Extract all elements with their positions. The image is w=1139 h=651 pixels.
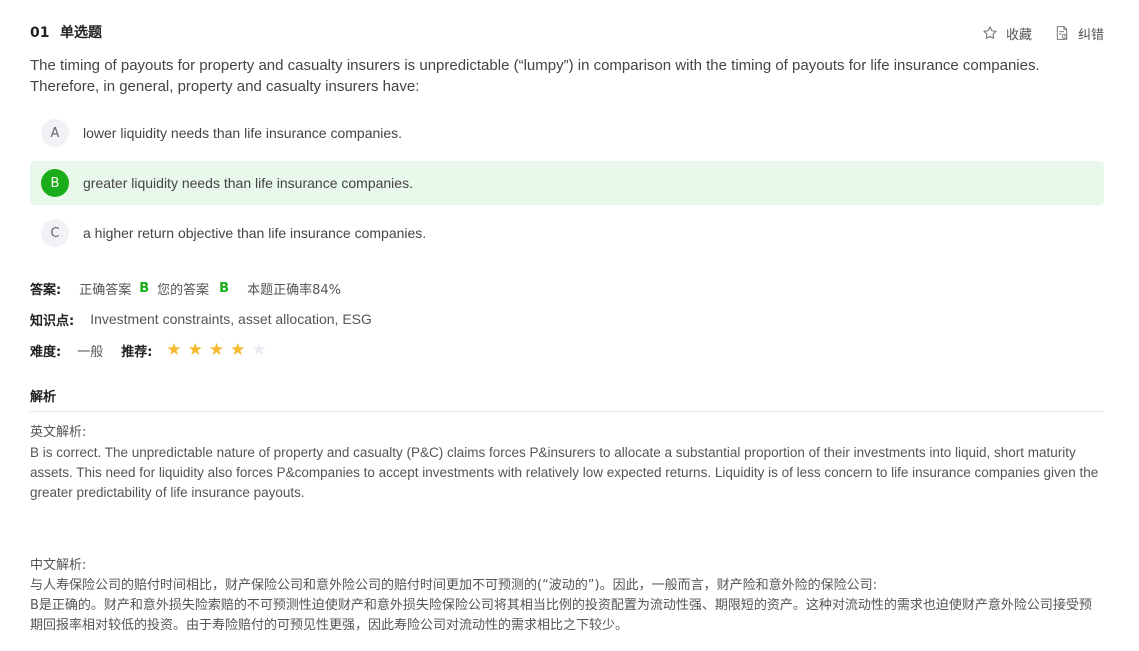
question-actions: 收藏 纠错 xyxy=(960,22,1104,44)
star-filled-icon: ★ xyxy=(187,340,203,360)
difficulty-label: 难度: xyxy=(30,344,62,360)
option-b[interactable]: B greater liquidity needs than life insu… xyxy=(30,161,1104,205)
recommend-label: 推荐: xyxy=(121,344,153,360)
question-number: 01 xyxy=(30,25,50,41)
english-analysis-text: B is correct. The unpredictable nature o… xyxy=(30,445,1099,500)
option-c-letter: C xyxy=(41,219,69,247)
star-filled-icon: ★ xyxy=(230,340,246,360)
chinese-analysis-label: 中文解析: xyxy=(30,558,87,573)
analysis-title: 解析 xyxy=(30,390,57,405)
knowledge-value: Investment constraints, asset allocation… xyxy=(90,311,372,327)
your-answer-value: B xyxy=(219,280,230,296)
option-c-text: a higher return objective than life insu… xyxy=(83,225,427,241)
chinese-analysis: 中文解析: 与人寿保险公司的赔付时间相比，财产保险公司和意外险公司的赔付时间更加… xyxy=(30,556,1104,636)
question-type: 单选题 xyxy=(60,25,102,41)
knowledge-row: 知识点: Investment constraints, asset alloc… xyxy=(30,309,372,329)
option-a-text: lower liquidity needs than life insuranc… xyxy=(83,125,403,141)
analysis-divider xyxy=(30,411,1104,412)
star-outline-icon xyxy=(983,26,997,39)
question-stem: The timing of payouts for property and c… xyxy=(30,57,1040,95)
correct-answer-label: 正确答案 xyxy=(79,282,132,298)
chinese-analysis-line-1: 与人寿保险公司的赔付时间相比，财产保险公司和意外险公司的赔付时间更加不可预测的(… xyxy=(30,578,877,593)
favorite-label: 收藏 xyxy=(1005,27,1032,43)
option-a-letter: A xyxy=(41,119,69,147)
option-a[interactable]: A lower liquidity needs than life insura… xyxy=(30,111,1104,155)
favorite-button[interactable]: 收藏 xyxy=(982,24,1032,43)
difficulty-value: 一般 xyxy=(77,344,104,360)
option-b-letter: B xyxy=(41,169,69,197)
knowledge-label: 知识点: xyxy=(30,313,75,329)
answer-label: 答案: xyxy=(30,282,62,298)
option-b-text: greater liquidity needs than life insura… xyxy=(83,175,413,191)
accuracy-rate: 本题正确率84% xyxy=(247,282,341,298)
option-c[interactable]: C a higher return objective than life in… xyxy=(30,211,1104,255)
question-header: 01 单选题 收藏 纠错 xyxy=(30,22,1104,44)
star-empty-icon: ★ xyxy=(251,340,267,360)
report-error-button[interactable]: 纠错 xyxy=(1054,24,1104,43)
english-analysis: 英文解析: B is correct. The unpredictable na… xyxy=(30,423,1104,503)
star-filled-icon: ★ xyxy=(208,340,225,360)
difficulty-row: 难度: 一般 推荐: ★ ★ ★ ★ ★ xyxy=(30,340,273,360)
star-filled-icon: ★ xyxy=(166,340,182,360)
chinese-analysis-line-2: B是正确的。财产和意外损失险索赔的不可预测性迫使财产和意外损失险保险公司将其相当… xyxy=(30,598,1092,633)
report-document-icon xyxy=(1056,26,1068,40)
your-answer-label: 您的答案 xyxy=(157,282,210,298)
report-error-label: 纠错 xyxy=(1077,27,1104,43)
recommend-stars: ★ ★ ★ ★ ★ xyxy=(166,340,272,360)
answer-row: 答案: 正确答案 B 您的答案 B 本题正确率84% xyxy=(30,278,341,298)
correct-answer-value: B xyxy=(139,280,150,296)
english-analysis-label: 英文解析: xyxy=(30,425,87,440)
